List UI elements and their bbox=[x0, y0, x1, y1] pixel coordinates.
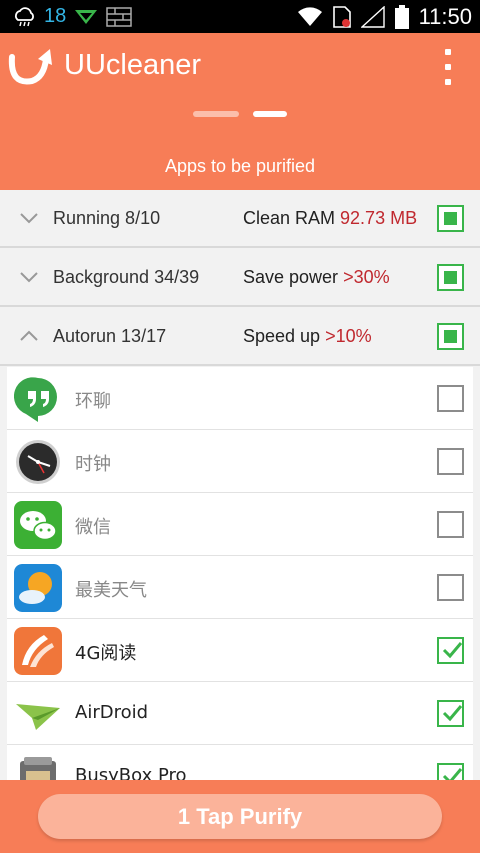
page-indicator bbox=[193, 111, 287, 117]
app-name: 4G阅读 bbox=[75, 643, 137, 664]
app-name: 微信 bbox=[75, 517, 111, 538]
clock-time: 11:50 bbox=[418, 3, 472, 29]
app-name: BusyBox Pro bbox=[75, 765, 187, 780]
app-name: 最美天气 bbox=[75, 580, 147, 601]
category-label: Background 34/39 bbox=[53, 266, 200, 287]
category-checkbox[interactable] bbox=[437, 205, 464, 232]
temperature-text: 18 bbox=[44, 5, 67, 27]
list-item[interactable]: BusyBox Pro bbox=[7, 745, 473, 780]
app-checkbox[interactable] bbox=[437, 511, 464, 538]
menu-dot-icon bbox=[445, 64, 451, 70]
grid-notification-icon bbox=[106, 6, 132, 27]
category-autorun[interactable]: Autorun 13/17 Speed up >10% bbox=[0, 308, 480, 366]
category-background[interactable]: Background 34/39 Save power >30% bbox=[0, 249, 480, 307]
app-checkbox-checked[interactable] bbox=[437, 637, 464, 664]
page-dot[interactable] bbox=[193, 111, 239, 117]
category-checkbox[interactable] bbox=[437, 323, 464, 350]
chevron-down-icon bbox=[20, 213, 38, 224]
wifi-icon bbox=[297, 6, 322, 26]
app-checkbox-checked[interactable] bbox=[437, 700, 464, 727]
weather-cloud-icon bbox=[15, 6, 34, 26]
page-dot-active[interactable] bbox=[253, 111, 287, 117]
uucleaner-logo-icon bbox=[8, 49, 52, 85]
category-checkbox[interactable] bbox=[437, 264, 464, 291]
weather-icon bbox=[14, 564, 62, 612]
busybox-icon bbox=[14, 753, 62, 780]
wechat-icon bbox=[14, 501, 62, 549]
reader-icon bbox=[14, 627, 62, 675]
airdroid-icon bbox=[14, 690, 62, 738]
battery-icon bbox=[394, 4, 409, 29]
checkmark-icon bbox=[442, 768, 463, 780]
app-title: UUcleaner bbox=[64, 49, 201, 81]
category-label: Running 8/10 bbox=[53, 207, 161, 228]
download-arrow-icon bbox=[75, 9, 98, 24]
app-checkbox[interactable] bbox=[437, 574, 464, 601]
list-item[interactable]: 4G阅读 bbox=[7, 619, 473, 682]
menu-dot-icon bbox=[445, 79, 451, 85]
clock-icon bbox=[14, 438, 62, 486]
sim-alert-icon bbox=[332, 5, 351, 28]
chevron-up-icon bbox=[20, 330, 38, 341]
list-item[interactable]: 微信 bbox=[7, 493, 473, 556]
app-name: 环聊 bbox=[75, 391, 111, 412]
checkmark-icon bbox=[442, 642, 463, 659]
status-bar: 18 11:50 bbox=[0, 0, 480, 33]
tap-purify-button[interactable]: 1 Tap Purify bbox=[38, 794, 442, 839]
checkmark-icon bbox=[442, 705, 463, 722]
signal-icon bbox=[360, 5, 385, 28]
category-running[interactable]: Running 8/10 Clean RAM 92.73 MB bbox=[0, 190, 480, 248]
list-item[interactable]: 时钟 bbox=[7, 430, 473, 493]
list-item[interactable]: AirDroid bbox=[7, 682, 473, 745]
bottom-action-bar: 1 Tap Purify bbox=[0, 780, 480, 853]
category-info: Speed up >10% bbox=[243, 325, 372, 346]
chevron-down-icon bbox=[20, 272, 38, 283]
app-name: 时钟 bbox=[75, 454, 111, 475]
app-name: AirDroid bbox=[75, 702, 149, 723]
menu-dot-icon bbox=[445, 49, 451, 55]
app-checkbox[interactable] bbox=[437, 385, 464, 412]
hangouts-icon bbox=[14, 375, 62, 423]
category-info: Clean RAM 92.73 MB bbox=[243, 207, 418, 228]
app-header: UUcleaner Apps to be purified bbox=[0, 33, 480, 190]
category-info: Save power >30% bbox=[243, 266, 390, 287]
app-checkbox-checked[interactable] bbox=[437, 763, 464, 780]
app-checkbox[interactable] bbox=[437, 448, 464, 475]
list-item[interactable]: 最美天气 bbox=[7, 556, 473, 619]
section-subtitle: Apps to be purified bbox=[164, 156, 316, 176]
app-list[interactable]: 环聊 时钟 微信 最美天气 4G阅读 AirDroid BusyBox Pro bbox=[7, 367, 473, 780]
category-label: Autorun 13/17 bbox=[53, 325, 167, 346]
list-item[interactable]: 环聊 bbox=[7, 367, 473, 430]
overflow-menu-button[interactable] bbox=[442, 49, 454, 85]
